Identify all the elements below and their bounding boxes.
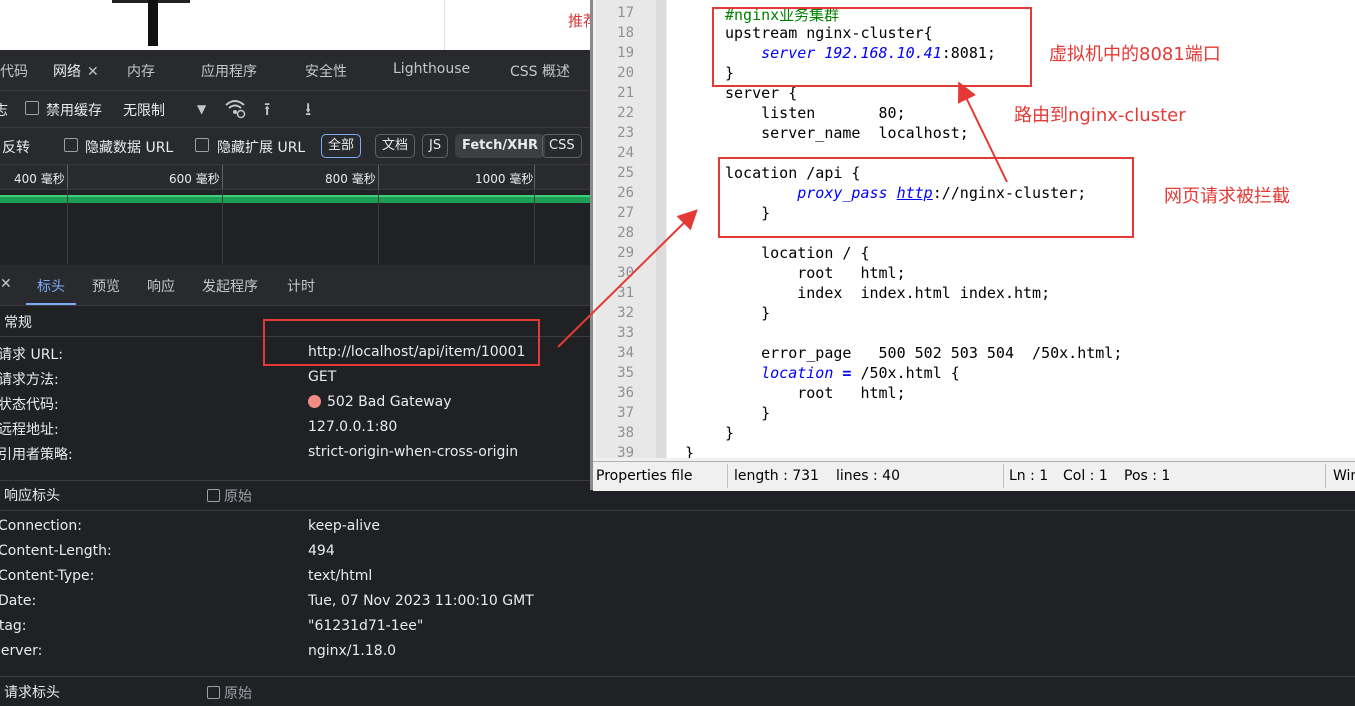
arrow-route — [957, 81, 1008, 183]
annotation-arrows — [557, 81, 1008, 348]
arrow-request — [557, 209, 698, 348]
